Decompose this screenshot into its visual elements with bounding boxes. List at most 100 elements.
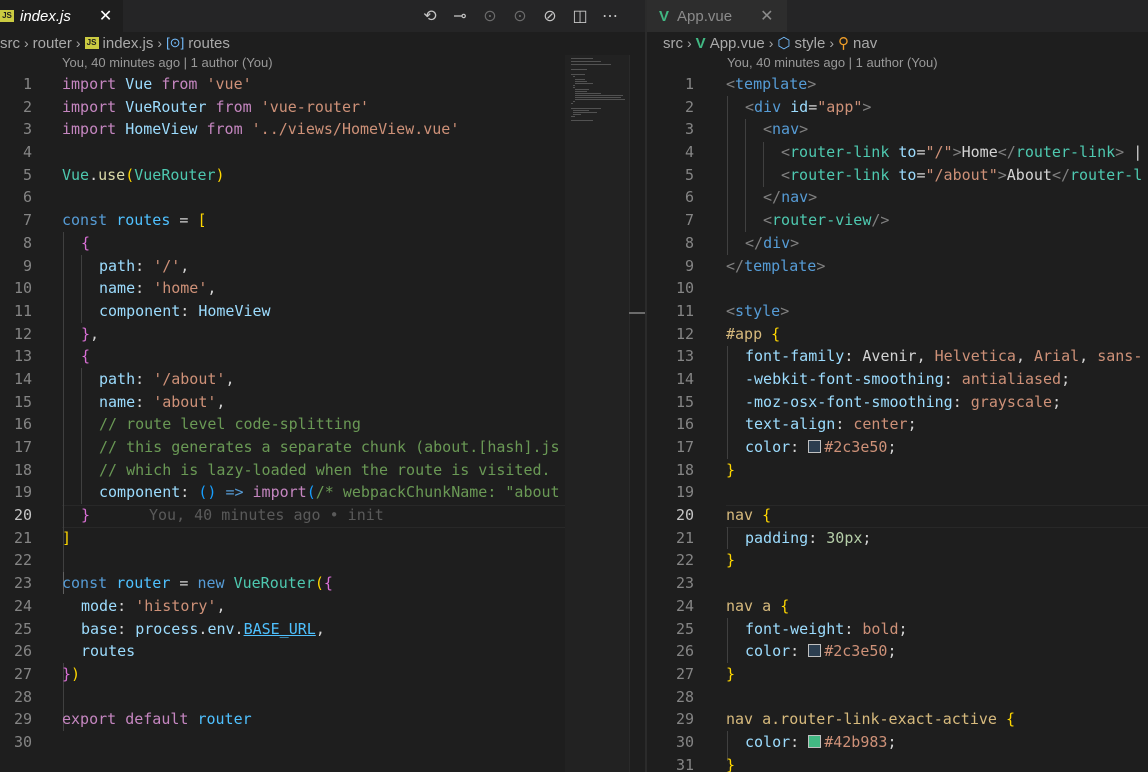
- code-text: padding: 30px;: [745, 528, 872, 547]
- history-icon[interactable]: ⟲: [415, 6, 445, 26]
- line-number: 19: [13, 483, 32, 502]
- code-line: 1 import Vue from 'vue': [0, 73, 645, 96]
- code-text: }: [726, 551, 736, 570]
- codelens-blame[interactable]: You, 40 minutes ago | 1 author (You): [727, 55, 938, 70]
- tab-index-js[interactable]: JS index.js ✕: [0, 0, 123, 32]
- tab-bar-left: JS index.js ✕ ⟲ ⊸ ⊙ ⊙ ⊘ ◫ ⋯: [0, 0, 645, 32]
- breadcrumb-right: src › V App.vue › ⬡ style › ⚲ nav: [647, 32, 1148, 54]
- line-number: 5: [684, 165, 694, 184]
- line-number: 4: [22, 143, 32, 162]
- tab-app-vue[interactable]: V App.vue ✕: [647, 0, 787, 32]
- code-line: 8 </div>: [647, 232, 1148, 255]
- code-line: 4: [0, 141, 645, 164]
- js-file-icon: JS: [84, 37, 99, 49]
- code-text: // route level code-splitting: [99, 415, 361, 434]
- previous-change-icon[interactable]: ⊙: [475, 6, 505, 26]
- color-swatch[interactable]: [808, 440, 822, 453]
- code-line: 29 nav a.router-link-exact-active {: [647, 708, 1148, 731]
- code-text: export default router: [62, 710, 252, 729]
- line-number: 2: [684, 97, 694, 116]
- vue-file-icon: V: [659, 7, 670, 25]
- code-text: ]: [62, 528, 72, 547]
- line-number: 23: [13, 574, 32, 593]
- split-editor-icon[interactable]: ◫: [565, 6, 595, 26]
- code-line: 23 const router = new VueRouter({: [0, 572, 645, 595]
- code-text: {: [81, 347, 91, 366]
- line-number: 10: [675, 279, 694, 298]
- breadcrumb-item[interactable]: routes: [188, 35, 230, 52]
- line-number: 10: [13, 279, 32, 298]
- code-editor-left[interactable]: 1 import Vue from 'vue' 2 import VueRouter…: [0, 73, 645, 754]
- vertical-scrollbar[interactable]: [629, 55, 645, 772]
- code-line: 31}: [647, 754, 1148, 772]
- line-number: 26: [675, 642, 694, 661]
- code-line: 12 #app {: [647, 323, 1148, 346]
- color-swatch[interactable]: [808, 644, 822, 658]
- breadcrumb-item[interactable]: src: [663, 35, 683, 52]
- line-number: 7: [22, 211, 32, 230]
- code-line: 22: [0, 549, 645, 572]
- code-text: }): [62, 664, 81, 683]
- editor-pane-right: V App.vue ✕ src › V App.vue › ⬡ style › …: [647, 0, 1148, 772]
- breadcrumb-item[interactable]: router: [33, 35, 72, 52]
- code-line: 13 font-family: Avenir, Helvetica, Arial,…: [647, 345, 1148, 368]
- code-text: path: '/',: [99, 256, 190, 275]
- code-text: text-align: center;: [745, 415, 917, 434]
- code-text: <router-view/>: [763, 211, 890, 230]
- code-line: 17 color: #2c3e50;: [647, 436, 1148, 459]
- code-line: 7 const routes = [: [0, 209, 645, 232]
- code-line: 21 padding: 30px;: [647, 527, 1148, 550]
- vue-file-icon: V: [695, 34, 706, 52]
- code-line: 25 base: process.env.BASE_URL,: [0, 618, 645, 641]
- code-text: color: #2c3e50;: [745, 438, 897, 456]
- line-number: 15: [13, 392, 32, 411]
- breadcrumb-item[interactable]: src: [0, 35, 20, 52]
- chevron-right-icon: ›: [687, 35, 692, 51]
- line-number: 9: [684, 256, 694, 275]
- line-number: 28: [13, 687, 32, 706]
- open-changes-icon[interactable]: ⊘: [535, 6, 565, 26]
- git-compare-icon[interactable]: ⊸: [445, 6, 475, 26]
- close-icon[interactable]: ✕: [99, 6, 112, 26]
- breadcrumb-item[interactable]: nav: [853, 35, 877, 52]
- line-number: 29: [13, 710, 32, 729]
- code-text: routes: [81, 642, 136, 661]
- code-editor-right[interactable]: 1 <template> 2 <div id="app"> 3 <nav> 4 <rou…: [647, 73, 1148, 772]
- code-line: 1 <template>: [647, 73, 1148, 96]
- code-text: </template>: [726, 256, 826, 275]
- code-line: 20} You, 40 minutes ago • init: [0, 504, 645, 527]
- code-text: -moz-osx-font-smoothing: grayscale;: [745, 392, 1062, 411]
- line-number: 8: [684, 233, 694, 252]
- close-icon[interactable]: ✕: [760, 6, 773, 26]
- next-change-icon[interactable]: ⊙: [505, 6, 535, 26]
- code-text: name: 'about',: [99, 392, 226, 411]
- line-number: 18: [675, 460, 694, 479]
- line-number: 4: [684, 143, 694, 162]
- code-text: }: [726, 755, 736, 772]
- line-number: 27: [675, 664, 694, 683]
- code-line: 30 color: #42b983;: [647, 731, 1148, 754]
- tab-bar-right: V App.vue ✕: [647, 0, 1148, 32]
- codelens-blame[interactable]: You, 40 minutes ago | 1 author (You): [62, 55, 273, 70]
- code-line: 5 Vue.use(VueRouter): [0, 164, 645, 187]
- more-icon[interactable]: ⋯: [595, 6, 625, 26]
- tag-icon: ⚲: [838, 35, 850, 52]
- line-number: 26: [13, 642, 32, 661]
- code-line: 27}: [647, 663, 1148, 686]
- line-number: 8: [22, 233, 32, 252]
- code-text: <template>: [726, 75, 817, 93]
- code-text: <div id="app">: [745, 97, 872, 116]
- code-line: 18}: [647, 459, 1148, 482]
- code-text: },: [81, 324, 100, 343]
- line-number: 25: [675, 619, 694, 638]
- code-line: 9 path: '/',: [0, 255, 645, 278]
- chevron-right-icon: ›: [768, 35, 774, 51]
- breadcrumb-item[interactable]: index.js: [103, 35, 154, 52]
- line-number: 6: [22, 188, 32, 207]
- color-swatch[interactable]: [808, 734, 822, 748]
- minimap[interactable]: [565, 55, 629, 772]
- line-number: 13: [675, 347, 694, 366]
- breadcrumb-item[interactable]: style: [795, 35, 826, 52]
- code-text: font-weight: bold;: [745, 619, 908, 638]
- breadcrumb-item[interactable]: App.vue: [710, 35, 765, 52]
